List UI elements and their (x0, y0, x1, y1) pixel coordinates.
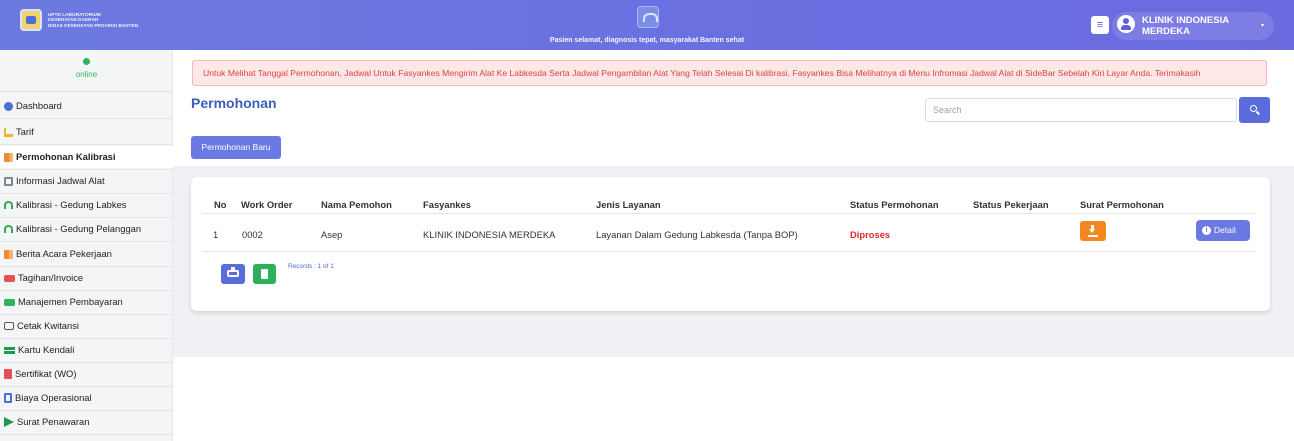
sidebar-item-surat-penawaran[interactable]: Surat Penawaran (0, 411, 173, 433)
certificate-icon (4, 369, 12, 379)
sidebar-item-label: Tagihan/Invoice (18, 272, 84, 283)
sidebar-item-kalibrasi-gedung-labkes[interactable]: Kalibrasi - Gedung Labkes (0, 194, 173, 216)
file-icon (261, 269, 268, 279)
column-header-jenis-layanan: Jenis Layanan (596, 199, 661, 210)
labkesda-logo (637, 6, 659, 28)
sidebar-item-label: Permohonan Kalibrasi (16, 151, 116, 162)
calendar-icon (4, 176, 13, 186)
chevron-down-icon[interactable]: ▾ (1261, 22, 1264, 29)
user-avatar-icon[interactable] (1117, 15, 1135, 33)
sidebar-item-manajemen-pembayaran[interactable]: Manajemen Pembayaran (0, 291, 173, 313)
sidebar-item-label: Dashboard (16, 100, 62, 111)
sidebar-item-label: Informasi Jadwal Alat (16, 175, 105, 186)
sidebar-item-label: Biaya Operasional (15, 392, 92, 403)
sidebar-item-tarif[interactable]: Tarif (0, 121, 173, 143)
cell-jenis-layanan: Layanan Dalam Gedung Labkesda (Tanpa BOP… (596, 229, 798, 240)
column-header-fasyankes: Fasyankes (423, 199, 471, 210)
table-card (191, 177, 1270, 311)
sidebar-item-berita-acara-pekerjaan[interactable]: Berita Acara Pekerjaan (0, 243, 173, 265)
print-button[interactable] (221, 264, 245, 284)
divider (0, 91, 173, 92)
sidebar-item-label: Kalibrasi - Gedung Pelanggan (16, 223, 142, 234)
new-request-button[interactable]: Permohonan Baru (191, 136, 281, 159)
user-name[interactable]: KLINIK INDONESIA MERDEKA (1142, 15, 1252, 37)
search-icon (1250, 105, 1257, 112)
sidebar-item-biaya-operasional[interactable]: Biaya Operasional (0, 387, 173, 409)
sidebar-item-kalibrasi-gedung-pelanggan[interactable]: Kalibrasi - Gedung Pelanggan (0, 218, 173, 240)
print-icon (4, 322, 14, 330)
divider (0, 118, 173, 119)
download-icon (1089, 225, 1097, 234)
cell-no: 1 (213, 229, 219, 240)
sidebar-item-tagihan-invoice[interactable]: Tagihan/Invoice (0, 267, 173, 289)
brand-text: UPTD Laboratorium Kesehatan Daerah Dinas… (48, 12, 138, 29)
column-header-status-permohonan: Status Permohonan (850, 199, 939, 210)
search-button[interactable] (1239, 97, 1270, 123)
cell-nama-pemohon: Asep (321, 229, 343, 240)
export-button[interactable] (253, 264, 276, 284)
divider (0, 241, 173, 242)
menu-toggle-icon[interactable]: ≡ (1091, 16, 1109, 34)
sidebar-item-sertifikat-wo[interactable]: Sertifikat (WO) (0, 363, 173, 385)
sidebar: online Dashboard Tarif Permohonan Kalibr… (0, 50, 173, 441)
card-icon (4, 346, 15, 354)
sidebar-item-label: Tarif (16, 126, 34, 137)
money-icon (4, 298, 15, 306)
download-button[interactable] (1080, 221, 1106, 241)
sidebar-item-dashboard[interactable]: Dashboard (0, 95, 173, 117)
column-header-surat-permohonan: Surat Permohonan (1080, 199, 1164, 210)
dashboard-icon (4, 101, 13, 111)
cell-work-order: 0002 (242, 229, 263, 240)
divider (0, 144, 173, 145)
info-alert: Untuk Melihat Tanggal Permohonan, Jadwal… (192, 60, 1267, 86)
cell-fasyankes: KLINIK INDONESIA MERDEKA (423, 229, 556, 240)
sidebar-item-label: Surat Penawaran (17, 416, 90, 427)
column-header-nama-pemohon: Nama Pemohon (321, 199, 392, 210)
top-header: UPTD Laboratorium Kesehatan Daerah Dinas… (0, 0, 1294, 50)
folder-icon (4, 249, 13, 259)
table-header-divider (203, 213, 1256, 214)
online-status-text: online (75, 70, 98, 79)
brand-line-3: Dinas Kesehatan Provinsi Banten (48, 22, 139, 28)
gauge-icon (4, 225, 13, 233)
brand[interactable]: UPTD Laboratorium Kesehatan Daerah Dinas… (20, 9, 138, 31)
sidebar-item-cetak-kwitansi[interactable]: Cetak Kwitansi (0, 315, 173, 337)
column-header-no: No (214, 199, 227, 210)
online-status-icon (83, 58, 90, 65)
sidebar-item-label: Kalibrasi - Gedung Labkes (16, 199, 127, 210)
send-icon (4, 417, 14, 427)
calculator-icon (4, 393, 12, 403)
divider (0, 434, 173, 435)
gauge-icon (4, 201, 13, 209)
sidebar-item-informasi-jadwal-alat[interactable]: Informasi Jadwal Alat (0, 170, 173, 192)
search-input[interactable] (925, 98, 1237, 122)
sidebar-item-label: Berita Acara Pekerjaan (16, 248, 112, 259)
column-header-work-order: Work Order (241, 199, 293, 210)
sidebar-item-kartu-kendali[interactable]: Kartu Kendali (0, 339, 173, 361)
invoice-icon (4, 274, 15, 282)
records-count: Records : 1 of 1 (288, 263, 334, 270)
sidebar-item-label: Cetak Kwitansi (17, 320, 80, 331)
sidebar-item-label: Kartu Kendali (18, 344, 75, 355)
detail-label: Detail (1214, 225, 1236, 235)
tarif-icon (4, 127, 13, 137)
sidebar-item-label: Sertifikat (WO) (15, 368, 77, 379)
status-badge: Diproses (850, 229, 891, 240)
banten-logo (20, 9, 42, 31)
column-header-status-pekerjaan: Status Pekerjaan (973, 199, 1049, 210)
print-icon (227, 267, 239, 277)
tagline: Pasien selamat, diagnosis tepat, masyara… (549, 37, 745, 44)
page-title: Permohonan (191, 95, 277, 111)
sidebar-item-label: Manajemen Pembayaran (18, 296, 123, 307)
sidebar-item-permohonan-kalibrasi[interactable]: Permohonan Kalibrasi (0, 146, 173, 168)
detail-button[interactable]: i Detail (1196, 220, 1250, 241)
download-base (1088, 235, 1098, 237)
info-icon: i (1202, 226, 1211, 235)
table-row-divider (203, 251, 1256, 252)
folder-icon (4, 152, 13, 162)
